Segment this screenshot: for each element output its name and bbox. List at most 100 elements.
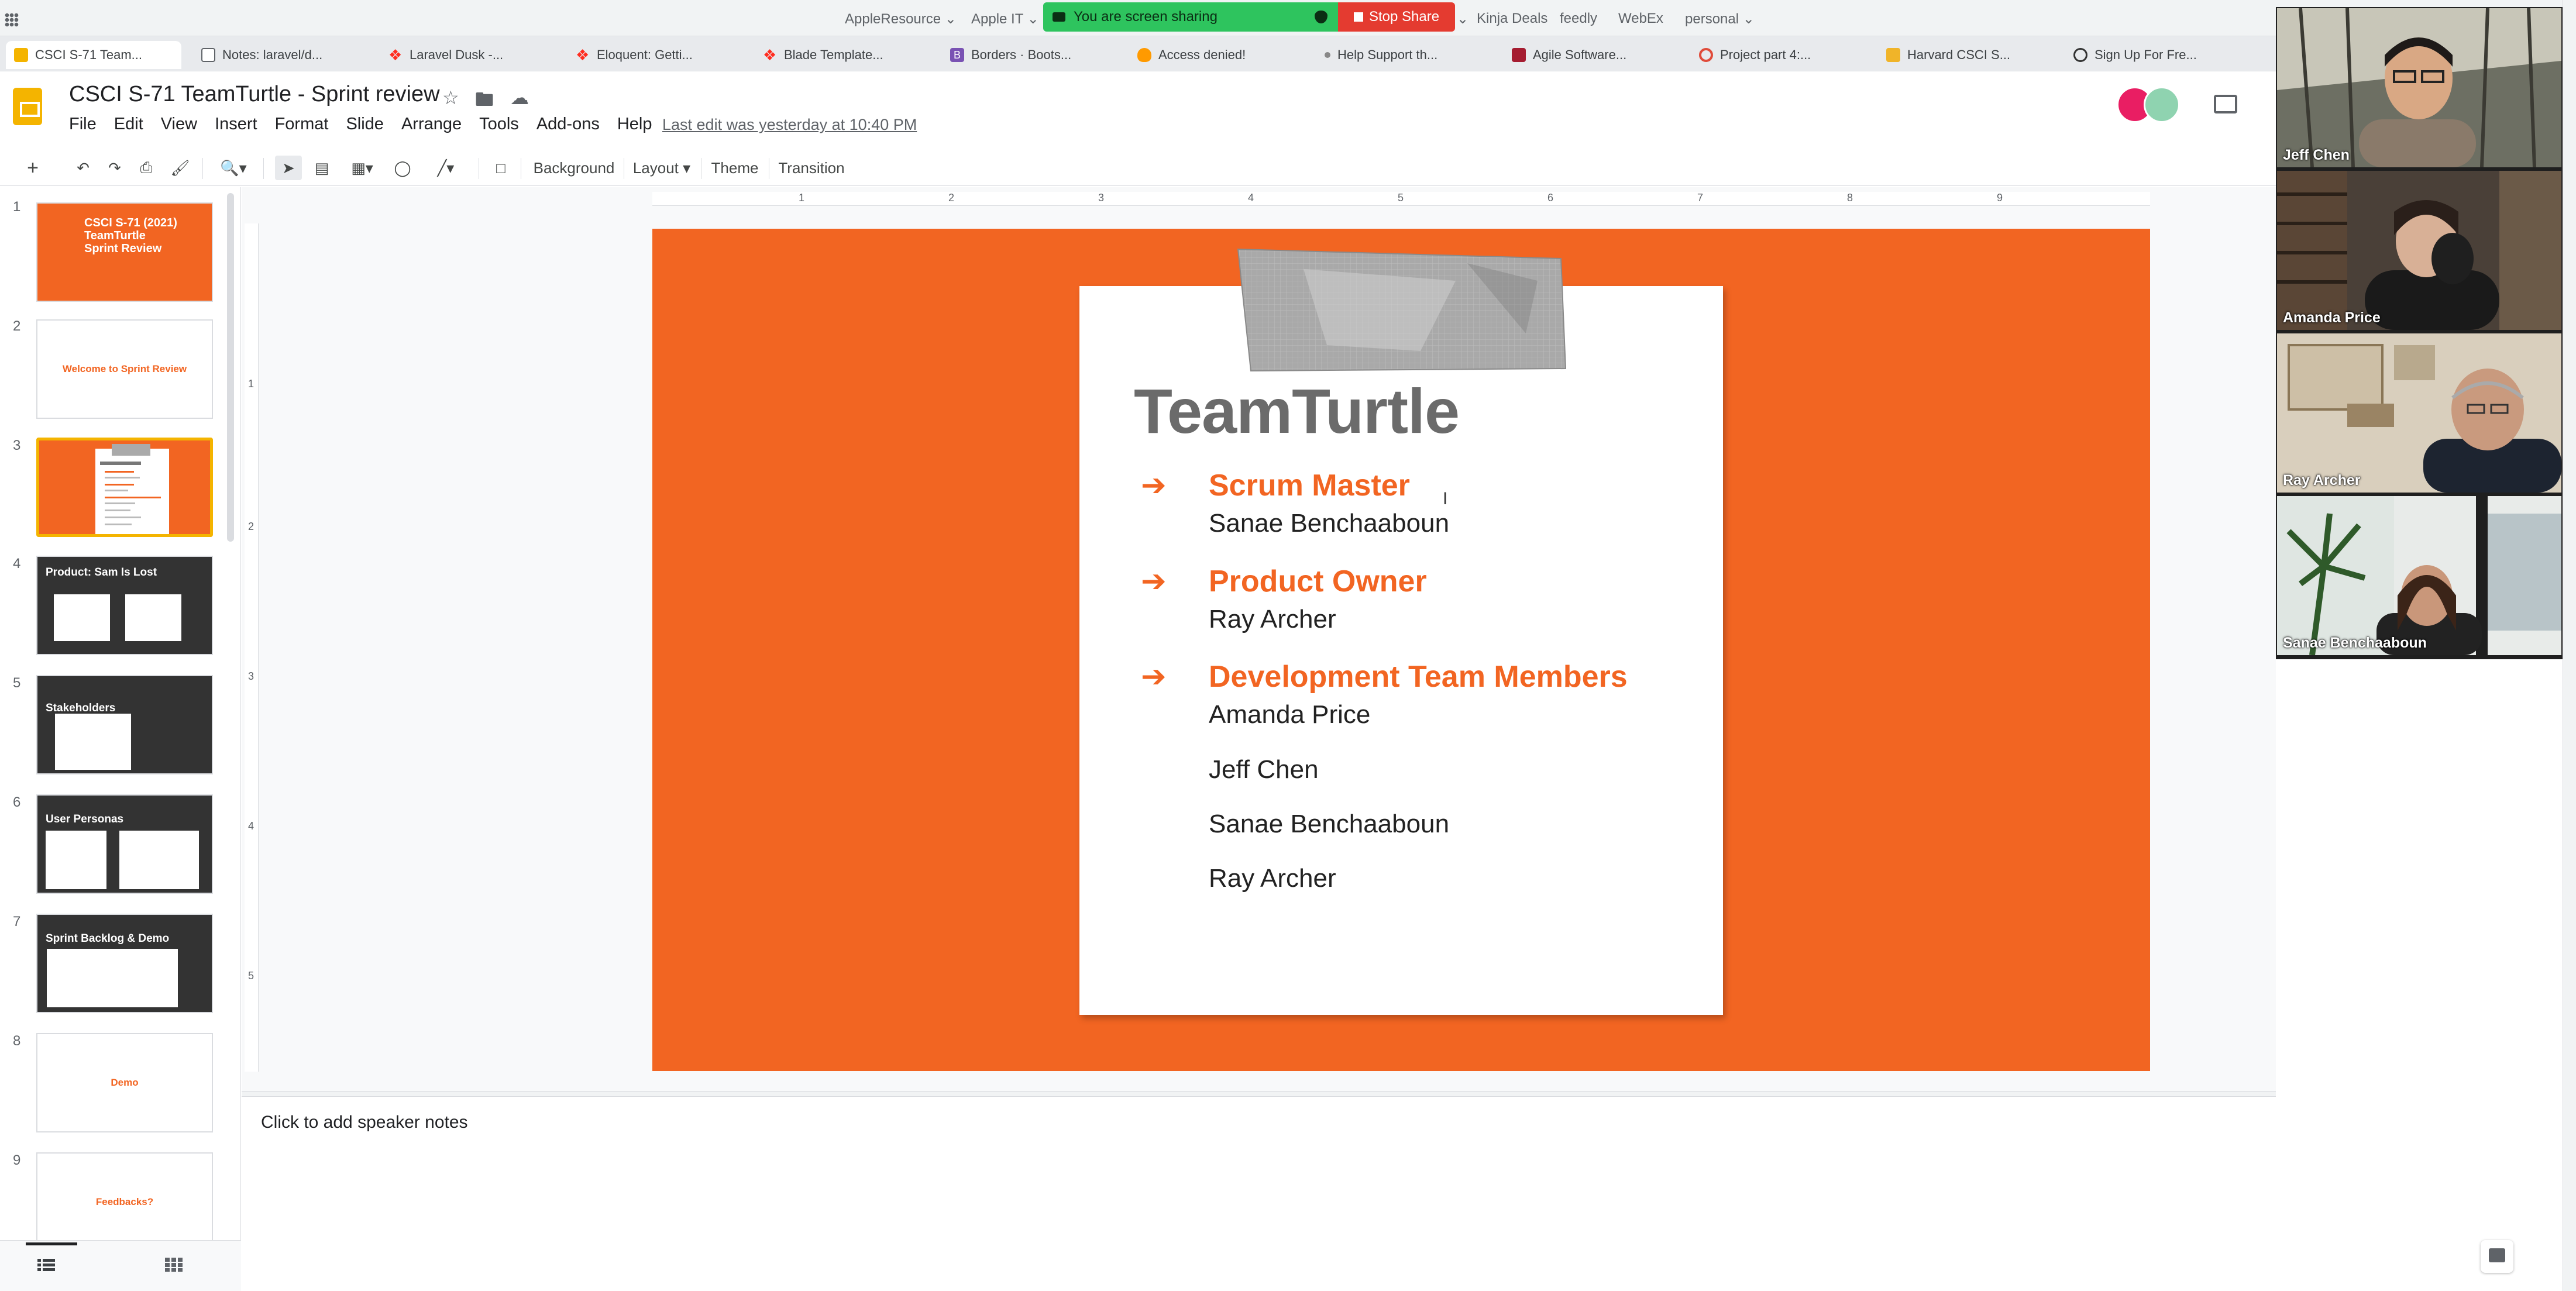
- thumbnail-line: [105, 490, 128, 491]
- redo-icon[interactable]: ↷: [103, 156, 126, 180]
- apps-grid-icon[interactable]: [5, 13, 19, 27]
- participant-name: Sanae Benchaaboun: [2283, 635, 2427, 651]
- tab-agile-software[interactable]: Agile Software...: [1504, 41, 1679, 69]
- shape-icon[interactable]: ◯: [390, 156, 415, 180]
- print-icon[interactable]: ⎙: [135, 156, 158, 180]
- move-to-folder-icon[interactable]: 🖿: [475, 87, 494, 118]
- member-name[interactable]: Ray Archer: [1209, 605, 1336, 634]
- undo-icon[interactable]: ↶: [71, 156, 95, 180]
- menu-tools[interactable]: Tools: [479, 115, 519, 134]
- video-tile-sanae-benchaaboun[interactable]: Sanae Benchaaboun: [2277, 496, 2561, 655]
- explore-icon[interactable]: [2481, 1240, 2513, 1273]
- speaker-notes-panel[interactable]: [242, 1097, 2276, 1291]
- thumbnail-line: [105, 471, 134, 473]
- comment-icon[interactable]: [2214, 95, 2237, 113]
- bookmark-webex[interactable]: WebEx: [1618, 11, 1663, 27]
- thumbnail-line: [100, 462, 141, 465]
- slide-thumbnail-3[interactable]: [36, 438, 213, 537]
- tab-eloquent[interactable]: ❖ Eloquent: Getti...: [568, 41, 743, 69]
- tab-sign-up[interactable]: Sign Up For Fre...: [2065, 41, 2241, 69]
- ruler-label: 4: [248, 820, 254, 832]
- theme-button[interactable]: Theme: [707, 156, 763, 180]
- collaborator-avatar[interactable]: [2144, 87, 2180, 123]
- tape-image[interactable]: [1233, 246, 1568, 376]
- menu-slide[interactable]: Slide: [346, 115, 384, 134]
- text-box-icon[interactable]: ▤: [309, 156, 335, 180]
- role-heading[interactable]: Product Owner: [1209, 564, 1427, 599]
- menu-arrange[interactable]: Arrange: [401, 115, 462, 134]
- member-name[interactable]: Sanae Benchaaboun: [1209, 509, 1449, 538]
- add-comment-icon[interactable]: □: [488, 156, 514, 180]
- tab-blade-templates[interactable]: ❖ Blade Template...: [755, 41, 930, 69]
- new-slide-button[interactable]: +: [15, 156, 50, 180]
- slide-thumbnail-7[interactable]: Sprint Backlog & Demo: [36, 914, 213, 1013]
- tab-access-denied[interactable]: Access denied!: [1129, 41, 1305, 69]
- thumbnail-title: Feedbacks?: [95, 1196, 154, 1207]
- grid-view-icon[interactable]: [165, 1258, 183, 1272]
- image-icon[interactable]: ▦▾: [342, 156, 383, 180]
- member-name[interactable]: Ray Archer: [1209, 864, 1336, 893]
- bookmark-kinja-deals[interactable]: Kinja Deals: [1477, 11, 1547, 27]
- laravel-favicon-icon: ❖: [388, 46, 403, 64]
- menu-add-ons[interactable]: Add-ons: [536, 115, 600, 134]
- bookmark-feedly[interactable]: feedly: [1560, 11, 1597, 27]
- thumbnail-tape: [112, 444, 150, 456]
- slide-number: 9: [13, 1152, 21, 1168]
- member-name[interactable]: Sanae Benchaaboun: [1209, 810, 1449, 839]
- role-heading[interactable]: Scrum Master: [1209, 468, 1410, 503]
- transition-button[interactable]: Transition: [775, 156, 848, 180]
- menu-edit[interactable]: Edit: [114, 115, 143, 134]
- background-button[interactable]: Background: [530, 156, 618, 180]
- line-icon[interactable]: ╱▾: [422, 156, 469, 180]
- team-name-heading[interactable]: TeamTurtle: [1134, 374, 1460, 447]
- tab-borders-bootstrap[interactable]: B Borders · Boots...: [942, 41, 1117, 69]
- menu-insert[interactable]: Insert: [215, 115, 257, 134]
- select-cursor-icon[interactable]: ➤: [275, 156, 302, 180]
- paint-format-icon[interactable]: 🖌: [168, 156, 192, 180]
- vertical-ruler[interactable]: 1 2 3 4 5: [245, 223, 259, 1072]
- layout-button[interactable]: Layout ▾: [630, 156, 694, 180]
- stop-share-label: Stop Share: [1368, 9, 1440, 25]
- menu-help[interactable]: Help: [617, 115, 652, 134]
- list-view-icon[interactable]: [37, 1258, 55, 1272]
- right-side-panel-edge: [2563, 0, 2576, 1291]
- tab-notes-laravel[interactable]: Notes: laravel/d...: [193, 41, 369, 69]
- google-slides-logo-icon[interactable]: [13, 88, 42, 125]
- video-tile-ray-archer[interactable]: Ray Archer: [2277, 333, 2561, 493]
- speaker-notes-placeholder[interactable]: Click to add speaker notes: [261, 1113, 468, 1132]
- bookmark-personal[interactable]: personal ⌄: [1685, 11, 1755, 27]
- role-heading[interactable]: Development Team Members: [1209, 659, 1628, 694]
- menu-view[interactable]: View: [161, 115, 197, 134]
- slide-thumbnail-6[interactable]: User Personas: [36, 794, 213, 894]
- last-edit-link[interactable]: Last edit was yesterday at 10:40 PM: [662, 116, 917, 134]
- member-name[interactable]: Jeff Chen: [1209, 755, 1319, 784]
- video-tile-amanda-price[interactable]: Amanda Price: [2277, 171, 2561, 330]
- tab-project-part-4[interactable]: Project part 4:...: [1691, 41, 1866, 69]
- video-tile-jeff-chen[interactable]: Jeff Chen: [2277, 8, 2561, 167]
- zoom-icon[interactable]: 🔍▾: [213, 156, 254, 180]
- slide-thumbnail-1[interactable]: CSCI S-71 (2021) TeamTurtle Sprint Revie…: [36, 202, 213, 302]
- document-title[interactable]: CSCI S-71 TeamTurtle - Sprint review: [69, 82, 440, 107]
- slide-thumbnail-5[interactable]: Stakeholders: [36, 675, 213, 774]
- thumbnail-title: Stakeholders: [46, 702, 116, 714]
- participant-name: Jeff Chen: [2283, 147, 2350, 163]
- slide-thumbnail-4[interactable]: Product: Sam Is Lost: [36, 556, 213, 655]
- tab-harvard-csci[interactable]: Harvard CSCI S...: [1878, 41, 2054, 69]
- horizontal-ruler[interactable]: 1 2 3 4 5 6 7 8 9: [652, 192, 2150, 206]
- menu-format[interactable]: Format: [275, 115, 329, 134]
- tab-csci-s71[interactable]: CSCI S-71 Team...: [6, 41, 181, 69]
- slide-thumbnail-9[interactable]: Feedbacks?: [36, 1152, 213, 1252]
- bookmark-apple-it[interactable]: Apple IT ⌄: [971, 11, 1039, 27]
- star-icon[interactable]: ☆: [442, 87, 459, 109]
- slide-thumbnail-8[interactable]: Demo: [36, 1033, 213, 1132]
- slide-thumbnail-2[interactable]: Welcome to Sprint Review: [36, 319, 213, 419]
- notes-resize-handle[interactable]: [242, 1091, 2276, 1097]
- tab-help-support[interactable]: Help Support th...: [1316, 41, 1492, 69]
- member-name[interactable]: Amanda Price: [1209, 700, 1370, 729]
- cloud-saved-icon[interactable]: ☁: [510, 87, 529, 109]
- bookmark-appleresource[interactable]: AppleResource ⌄: [845, 11, 957, 27]
- stop-share-button[interactable]: Stop Share: [1338, 2, 1455, 32]
- filmstrip-scrollbar[interactable]: [227, 193, 234, 542]
- menu-file[interactable]: File: [69, 115, 97, 134]
- tab-laravel-dusk[interactable]: ❖ Laravel Dusk -...: [380, 41, 556, 69]
